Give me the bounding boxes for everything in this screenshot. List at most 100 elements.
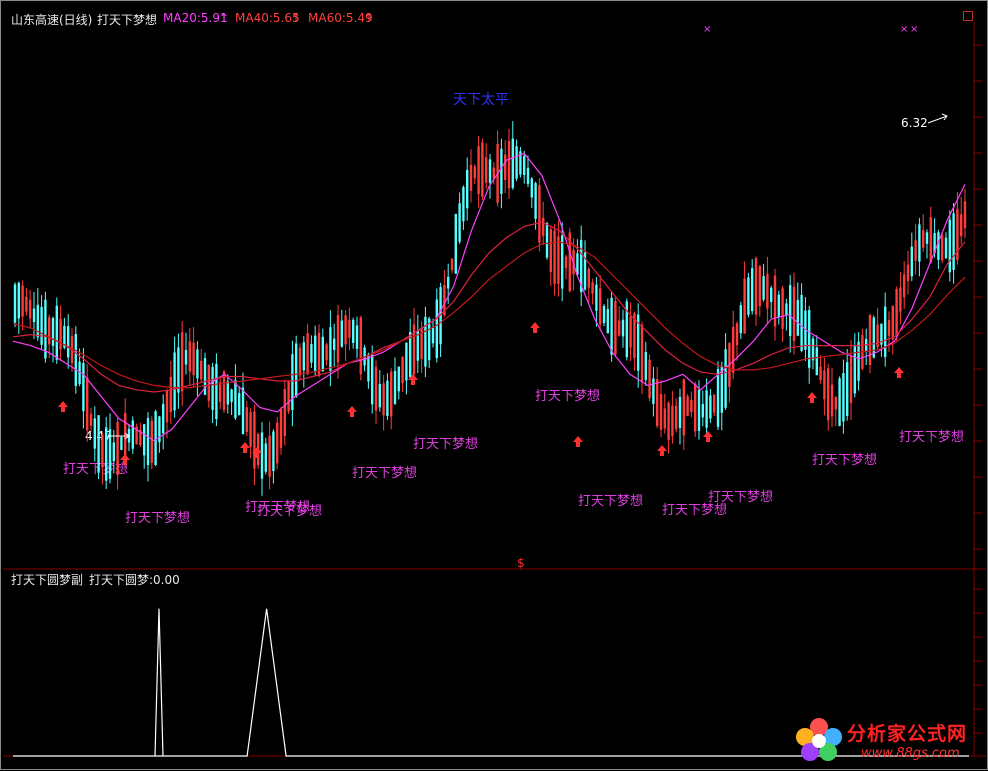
candle-body — [515, 146, 518, 179]
candle-body — [656, 379, 659, 426]
candle-body — [108, 429, 112, 479]
candle-body — [751, 268, 754, 312]
up-arrow-icon — [240, 442, 250, 453]
candle-body — [663, 408, 666, 429]
candle-body — [602, 306, 606, 323]
candle-body — [17, 282, 20, 319]
candle-body — [868, 315, 872, 365]
candle-body — [713, 394, 716, 413]
candle-body — [500, 148, 503, 194]
candle-body — [241, 387, 245, 434]
site-logo: 分析家公式网 www.88gs.com — [789, 713, 985, 767]
candle-body — [785, 303, 788, 316]
candle-body — [758, 265, 761, 306]
candle-body — [291, 354, 294, 410]
candle-body — [762, 276, 765, 300]
candle-body — [542, 217, 545, 236]
ma-line-ma40 — [12, 221, 966, 393]
candle-body — [173, 352, 176, 411]
candle-body — [196, 349, 199, 379]
candle-body — [215, 363, 218, 419]
candle-body — [21, 285, 24, 317]
candle-body — [150, 420, 153, 463]
candle-body — [181, 332, 184, 392]
candle-body — [538, 185, 541, 243]
candle-body — [59, 318, 62, 350]
candle-body — [409, 332, 412, 378]
candle-body — [929, 217, 932, 263]
candle-body — [428, 318, 431, 361]
candle-body — [697, 389, 701, 431]
candle-body — [29, 299, 32, 319]
candle-body — [329, 327, 332, 371]
candle-body — [295, 343, 298, 397]
candle-body — [245, 407, 248, 432]
candle-body — [146, 418, 150, 465]
up-arrow-icon — [573, 436, 583, 447]
candle-body — [823, 370, 826, 400]
candle-body — [466, 169, 469, 209]
candle-body — [640, 324, 644, 381]
candle-body — [325, 344, 328, 361]
candle-body — [485, 157, 488, 183]
candle-body — [690, 399, 693, 413]
candle-body — [952, 213, 955, 270]
flower-icon — [796, 718, 842, 761]
candle-body — [675, 405, 678, 430]
candle-body — [910, 246, 913, 277]
candle-body — [842, 373, 845, 422]
up-arrow-icon — [530, 322, 540, 333]
candle-body — [101, 434, 104, 468]
candle-body — [743, 278, 746, 334]
candle-body — [359, 317, 362, 375]
candle-body — [549, 229, 552, 273]
candle-body — [184, 349, 188, 365]
candle-body — [941, 235, 944, 261]
candle-body — [264, 443, 267, 472]
candle-body — [321, 336, 324, 372]
candle-body — [435, 299, 438, 359]
candle-body — [401, 356, 404, 384]
candle-body — [872, 317, 875, 358]
candle-body — [781, 288, 784, 329]
candle-body — [914, 240, 917, 261]
candle-body — [48, 317, 51, 345]
candle-body — [599, 288, 602, 325]
candle-body — [709, 395, 712, 419]
chart-window: 山东高速(日线) 打天下梦想 MA20:5.91 ↑ MA40:5.65 ↑ M… — [0, 0, 988, 770]
candle-body — [177, 347, 180, 393]
candle-body — [557, 236, 560, 284]
candle-body — [89, 413, 93, 426]
candle-body — [93, 418, 96, 449]
candle-body — [44, 299, 47, 359]
candle-body — [614, 301, 617, 355]
candle-body — [143, 424, 146, 456]
candle-body — [105, 427, 108, 481]
candle-body — [333, 338, 336, 350]
up-arrow-icon — [894, 367, 904, 378]
candle-body — [131, 420, 134, 449]
candle-body — [238, 393, 241, 415]
candle-body — [454, 214, 457, 274]
candle-body — [747, 277, 750, 315]
candle-body — [618, 320, 621, 336]
candle-body — [450, 258, 454, 270]
candle-body — [447, 276, 450, 289]
candle-body — [701, 404, 704, 418]
up-arrow-icon — [120, 454, 130, 465]
candle-body — [648, 359, 651, 399]
candle-body — [230, 389, 233, 402]
candle-body — [116, 421, 119, 476]
candle-body — [644, 352, 647, 380]
candle-body — [884, 306, 887, 357]
candle-body — [716, 369, 720, 427]
candle-body — [530, 178, 533, 198]
candle-body — [507, 141, 511, 189]
candle-body — [937, 232, 940, 260]
up-arrow-icon — [657, 445, 667, 456]
candle-body — [314, 335, 317, 372]
kline-chart[interactable] — [1, 1, 988, 771]
candle-body — [511, 138, 514, 188]
candle-body — [629, 316, 632, 348]
candle-body — [925, 232, 929, 244]
